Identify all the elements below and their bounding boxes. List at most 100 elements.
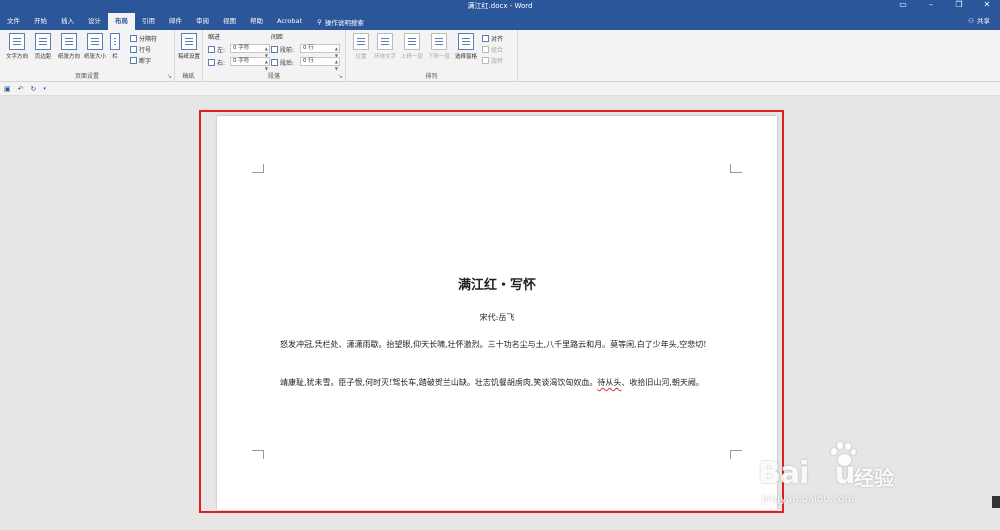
orientation-button[interactable]: 纸张方向	[56, 33, 82, 60]
size-label: 纸张大小	[83, 54, 106, 60]
breaks-button[interactable]: 分隔符	[130, 34, 157, 43]
tab-review[interactable]: 审阅	[189, 13, 216, 30]
margins-button[interactable]: 页边距	[30, 33, 56, 60]
hyphenation-icon	[130, 57, 137, 64]
margins-icon	[35, 33, 51, 50]
paragraph-1: 怒发冲冠,凭栏处、潇潇雨歇。抬望眼,仰天长啸,壮怀激烈。三十功名尘与土,八千里路…	[280, 340, 707, 349]
tab-home[interactable]: 开始	[27, 13, 54, 30]
tab-insert[interactable]: 插入	[54, 13, 81, 30]
text-direction-icon	[9, 33, 25, 50]
breaks-icon	[130, 35, 137, 42]
selection-pane-button[interactable]: 选择窗格	[453, 33, 479, 60]
undo-icon[interactable]: ↶	[18, 85, 24, 93]
group-arrange: 位置 环绕文字 上移一层 下移一层 选择窗格 对齐 组合 旋转 排列	[346, 30, 518, 82]
crop-mark	[252, 450, 264, 459]
restore-icon[interactable]: ❐	[952, 0, 966, 9]
align-button[interactable]: 对齐	[482, 34, 503, 43]
document-page[interactable]: 满江红・写怀 宋代:岳飞 怒发冲冠,凭栏处、潇潇雨歇。抬望眼,仰天长啸,壮怀激烈…	[217, 116, 777, 510]
bring-forward-button[interactable]: 上移一层	[399, 33, 425, 60]
indent-left-input[interactable]: 0 字符 ▲ ▼	[230, 44, 270, 58]
ribbon-display-icon[interactable]: ▭	[896, 0, 910, 9]
redo-icon[interactable]: ↻	[31, 85, 37, 93]
customize-qat-icon[interactable]: ▾	[43, 86, 46, 92]
tab-layout[interactable]: 布局	[108, 13, 135, 30]
crop-mark	[252, 164, 264, 173]
position-button[interactable]: 位置	[348, 33, 374, 60]
spacing-before-input[interactable]: 0 行 ▲ ▼	[300, 44, 340, 58]
rotate-button[interactable]: 旋转	[482, 56, 503, 65]
paw-icon	[828, 442, 856, 468]
tab-help[interactable]: 帮助	[243, 13, 270, 30]
person-icon: ⚇	[968, 17, 974, 25]
window-title: 满江红.docx - Word	[467, 2, 533, 10]
wrap-text-icon	[377, 33, 393, 50]
tab-references[interactable]: 引用	[135, 13, 162, 30]
tab-mailings[interactable]: 邮件	[162, 13, 189, 30]
document-author: 宋代:岳飞	[479, 313, 515, 322]
paragraph-group-label: 段落	[267, 73, 280, 80]
position-label: 位置	[355, 54, 367, 60]
scrollbar-thumb[interactable]	[992, 496, 1000, 508]
align-label: 对齐	[491, 36, 504, 43]
send-backward-button[interactable]: 下移一层	[426, 33, 452, 60]
group-objects-label: 组合	[491, 47, 504, 54]
draft-paper-icon	[181, 33, 197, 50]
columns-button[interactable]: 栏	[108, 33, 122, 60]
lightbulb-icon: ⚲	[317, 17, 322, 26]
close-icon[interactable]: ✕	[980, 0, 994, 9]
wrap-text-button[interactable]: 环绕文字	[372, 33, 398, 60]
indent-right-label: 右:	[208, 58, 225, 67]
page-setup-launcher-icon[interactable]: ↘	[167, 73, 172, 80]
selection-pane-label: 选择窗格	[454, 54, 477, 60]
size-icon	[87, 33, 103, 50]
title-bar: 满江红.docx - Word ▭ – ❐ ✕	[0, 0, 1000, 13]
draft-settings-label: 稿纸设置	[177, 54, 200, 60]
ribbon-tabs: 文件 开始 插入 设计 布局 引用 邮件 审阅 视图 帮助 Acrobat ⚲ …	[0, 13, 1000, 30]
indent-left-label: 左:	[208, 45, 225, 54]
size-button[interactable]: 纸张大小	[82, 33, 108, 60]
spacing-after-label: 段后:	[271, 58, 294, 67]
send-backward-icon	[431, 33, 447, 50]
draft-settings-button[interactable]: 稿纸设置	[176, 33, 202, 60]
rotate-icon	[482, 57, 489, 64]
share-button[interactable]: ⚇ 共享	[968, 13, 990, 30]
rotate-label: 旋转	[491, 58, 504, 65]
selection-pane-icon	[458, 33, 474, 50]
position-icon	[353, 33, 369, 50]
minimize-icon[interactable]: –	[924, 0, 938, 9]
save-icon[interactable]: ▣	[4, 85, 11, 93]
spin-arrows-icon[interactable]: ▲ ▼	[265, 58, 268, 72]
spacing-header: 间距	[271, 34, 284, 41]
tab-acrobat[interactable]: Acrobat	[270, 13, 309, 30]
paragraph-launcher-icon[interactable]: ↘	[338, 73, 343, 80]
group-objects-button[interactable]: 组合	[482, 45, 503, 54]
breaks-label: 分隔符	[139, 36, 158, 43]
bring-forward-label: 上移一层	[400, 54, 423, 60]
page-setup-group-label: 页面设置	[74, 73, 99, 80]
align-icon	[482, 35, 489, 42]
spacing-after-input[interactable]: 0 行 ▲ ▼	[300, 57, 340, 71]
group-page-setup: 文字方向 页边距 纸张方向 纸张大小 栏 分隔符 行号 断字 页面设置 ↘	[0, 30, 175, 82]
spacing-after-icon	[271, 59, 278, 66]
tab-file[interactable]: 文件	[0, 13, 27, 30]
hyphenation-label: 断字	[139, 58, 152, 65]
text-direction-button[interactable]: 文字方向	[4, 33, 30, 60]
watermark-cn: 经验	[854, 466, 894, 490]
line-numbers-button[interactable]: 行号	[130, 45, 151, 54]
line-numbers-icon	[130, 46, 137, 53]
orientation-icon	[61, 33, 77, 50]
spin-arrows-icon[interactable]: ▲ ▼	[335, 58, 338, 72]
crop-mark	[730, 164, 742, 173]
indent-right-input[interactable]: 0 字符 ▲ ▼	[230, 57, 270, 71]
quick-access-toolbar: ▣ ↶ ↻ ▾	[0, 82, 1000, 96]
tab-view[interactable]: 视图	[216, 13, 243, 30]
hyphenation-button[interactable]: 断字	[130, 56, 151, 65]
bring-forward-icon	[404, 33, 420, 50]
crop-mark	[730, 450, 742, 459]
tell-me-search[interactable]: ⚲ 操作说明搜索	[309, 17, 364, 27]
indent-header: 缩进	[208, 34, 221, 41]
tab-design[interactable]: 设计	[81, 13, 108, 30]
wrap-text-label: 环绕文字	[373, 54, 396, 60]
watermark-url: jingyan.baidu.com	[762, 494, 855, 505]
paragraph-2: 靖康耻,犹未雪。臣子恨,何时灭!驾长车,踏破贺兰山缺。壮志饥餐胡虏肉,笑谈渴饮匈…	[280, 378, 704, 387]
